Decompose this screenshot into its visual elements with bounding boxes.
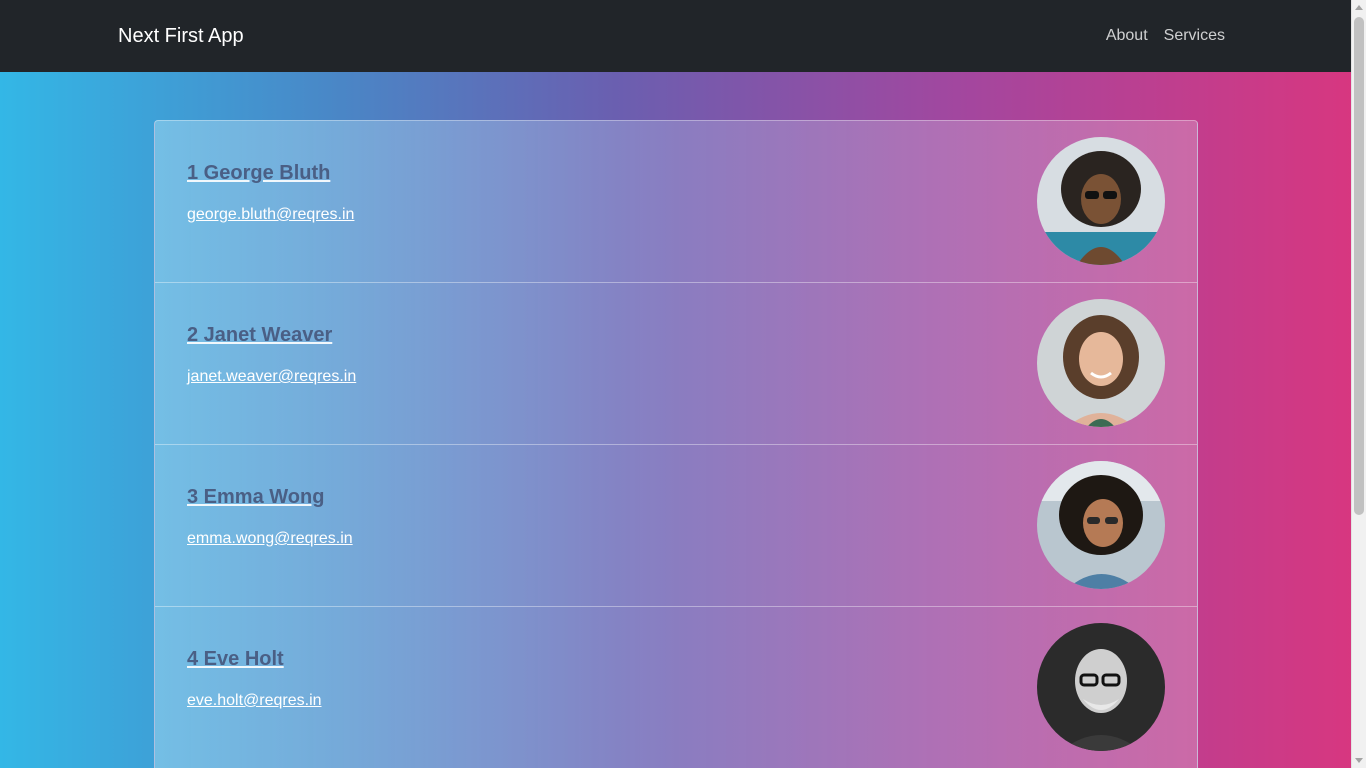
user-avatar — [1037, 299, 1165, 427]
user-avatar — [1037, 461, 1165, 589]
nav-links: About Services — [1106, 26, 1225, 46]
user-avatar — [1037, 137, 1165, 265]
scroll-up-arrow-icon[interactable] — [1355, 5, 1363, 10]
brand-link[interactable]: Next First App — [118, 24, 244, 48]
user-card: 4 Eve Holt eve.holt@reqres.in — [155, 607, 1197, 768]
user-name-link[interactable]: 3 Emma Wong — [187, 485, 324, 509]
nav-link-about[interactable]: About — [1106, 26, 1148, 46]
user-email-link[interactable]: george.bluth@reqres.in — [187, 205, 354, 225]
user-email-link[interactable]: emma.wong@reqres.in — [187, 529, 353, 549]
user-email-link[interactable]: eve.holt@reqres.in — [187, 691, 322, 711]
user-list: 1 George Bluth george.bluth@reqres.in 2 … — [154, 120, 1198, 768]
user-avatar — [1037, 623, 1165, 751]
user-card: 3 Emma Wong emma.wong@reqres.in — [155, 445, 1197, 607]
user-name-link[interactable]: 2 Janet Weaver — [187, 323, 332, 347]
user-email-link[interactable]: janet.weaver@reqres.in — [187, 367, 356, 387]
scroll-thumb[interactable] — [1354, 17, 1364, 515]
user-name-link[interactable]: 1 George Bluth — [187, 161, 330, 185]
page-scrollbar[interactable] — [1351, 0, 1366, 768]
top-navbar: Next First App About Services — [0, 0, 1351, 72]
user-card: 1 George Bluth george.bluth@reqres.in — [155, 121, 1197, 283]
scroll-down-arrow-icon[interactable] — [1355, 758, 1363, 763]
nav-link-services[interactable]: Services — [1164, 26, 1225, 46]
user-card: 2 Janet Weaver janet.weaver@reqres.in — [155, 283, 1197, 445]
user-name-link[interactable]: 4 Eve Holt — [187, 647, 284, 671]
